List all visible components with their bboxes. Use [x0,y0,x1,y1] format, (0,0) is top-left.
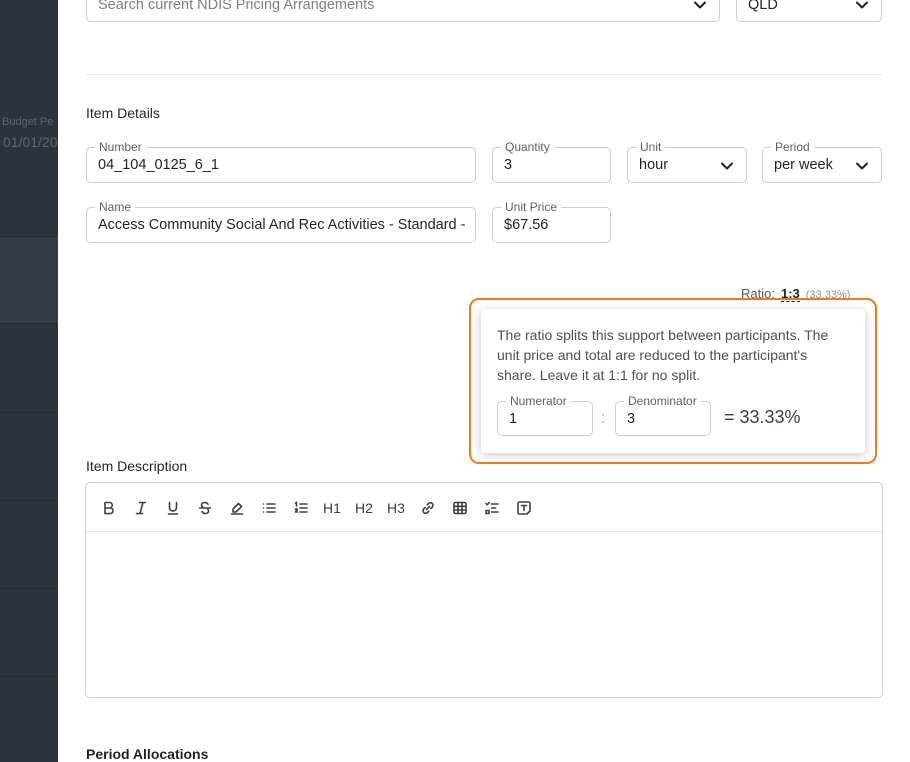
unit-label: Unit [636,139,666,155]
background-divider [0,588,58,589]
chevron-down-icon [856,162,868,170]
bullet-list-icon[interactable] [258,497,280,519]
heading-1-button[interactable]: H1 [321,497,343,519]
ratio-help-text: The ratio splits this support between pa… [497,327,829,383]
unit-value: hour [639,157,669,173]
quantity-value: 3 [504,157,513,173]
background-budget-label: Budget Pe [2,116,54,128]
pricing-search-placeholder: Search current NDIS Pricing Arrangements [98,0,375,13]
name-label: Name [95,199,136,215]
period-label: Period [771,139,814,155]
unit-select[interactable]: Unit hour [627,139,747,183]
text-box-icon[interactable] [513,497,535,519]
highlight-icon[interactable] [226,497,248,519]
quantity-field[interactable]: Quantity 3 [492,139,611,183]
quantity-label: Quantity [501,139,554,155]
table-icon[interactable] [449,497,471,519]
denominator-input[interactable]: Denominator 3 [615,393,711,436]
item-modal: Search current NDIS Pricing Arrangements… [58,0,910,762]
chevron-down-icon [856,1,868,9]
unit-price-field[interactable]: Unit Price $67.56 [492,199,611,243]
background-divider [0,676,58,677]
number-value: 04_104_0125_6_1 [98,157,219,173]
underline-icon[interactable] [162,497,184,519]
ordered-list-icon[interactable] [290,497,312,519]
period-allocations-title: Period Allocations [86,746,209,762]
period-value: per week [774,157,833,173]
background-divider [0,500,58,501]
numerator-input[interactable]: Numerator 1 [497,393,593,436]
state-select[interactable]: QLD [736,0,882,22]
item-description-title: Item Description [86,458,188,474]
background-band [0,235,58,323]
state-value: QLD [748,0,778,13]
name-value: Access Community Social And Rec Activiti… [98,217,466,233]
name-field[interactable]: Name Access Community Social And Rec Act… [86,199,476,243]
section-divider [86,74,882,75]
ratio-result: = 33.33% [724,407,801,427]
period-select[interactable]: Period per week [762,139,882,183]
number-field[interactable]: Number 04_104_0125_6_1 [86,139,476,183]
ratio-popover: The ratio splits this support between pa… [481,309,865,453]
bold-icon[interactable] [98,497,120,519]
numerator-label: Numerator [506,393,571,409]
ratio-separator: : [601,410,606,427]
pricing-search-select[interactable]: Search current NDIS Pricing Arrangements [86,0,720,22]
background-budget-date: 01/01/20 [3,134,58,150]
strikethrough-icon[interactable] [194,497,216,519]
unit-price-label: Unit Price [501,199,562,215]
chevron-down-icon [694,1,706,9]
chevron-down-icon [721,162,733,170]
background-sidebar: Budget Pe 01/01/20 [0,0,58,762]
background-divider [0,323,58,324]
background-divider [0,412,58,413]
numerator-value: 1 [509,411,518,427]
denominator-value: 3 [627,411,636,427]
link-icon[interactable] [417,497,439,519]
item-details-title: Item Details [86,105,160,121]
heading-2-button[interactable]: H2 [353,497,375,519]
background-divider [0,236,58,237]
heading-3-button[interactable]: H3 [385,497,407,519]
editor-toolbar: H1 H2 H3 [86,483,882,532]
unit-price-value: $67.56 [504,217,549,233]
denominator-label: Denominator [624,393,701,409]
description-editor[interactable]: H1 H2 H3 [85,482,883,698]
italic-icon[interactable] [130,497,152,519]
checklist-icon[interactable] [481,497,503,519]
number-label: Number [95,139,146,155]
